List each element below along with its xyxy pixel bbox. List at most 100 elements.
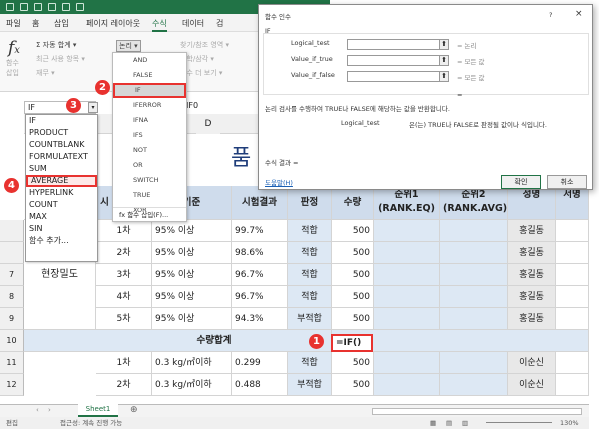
rank-avg-cell[interactable] bbox=[440, 264, 508, 286]
function-list-item[interactable]: MAX bbox=[26, 211, 97, 223]
table-cell[interactable]: 1차 bbox=[96, 352, 152, 374]
name-cell[interactable]: 홍길동 bbox=[508, 242, 556, 264]
name-cell[interactable]: 홍길동 bbox=[508, 264, 556, 286]
table-cell[interactable]: 부적합 bbox=[288, 308, 332, 330]
table-cell[interactable]: 95% 이상 bbox=[152, 286, 232, 308]
cancel-button[interactable]: 취소 bbox=[547, 175, 587, 189]
signature-cell[interactable] bbox=[556, 308, 589, 330]
collapse-dialog-icon[interactable]: ⬆ bbox=[439, 55, 449, 66]
rank-avg-cell[interactable] bbox=[440, 352, 508, 374]
collapse-dialog-icon[interactable]: ⬆ bbox=[439, 71, 449, 82]
function-list-item[interactable]: IF bbox=[26, 115, 97, 127]
logical-menu-item[interactable]: IFS bbox=[113, 128, 186, 143]
row-header[interactable] bbox=[0, 242, 24, 264]
name-cell[interactable]: 이순신 bbox=[508, 374, 556, 396]
insert-function-icon[interactable]: fx bbox=[8, 38, 20, 58]
table-cell[interactable]: 500 bbox=[332, 286, 374, 308]
function-list-item[interactable]: 함수 추가... bbox=[26, 235, 97, 247]
rank-eq-cell[interactable] bbox=[374, 242, 440, 264]
table-cell[interactable]: 500 bbox=[332, 264, 374, 286]
tab-data[interactable]: 데이터 bbox=[182, 18, 204, 29]
table-cell[interactable]: 2차 bbox=[96, 374, 152, 396]
function-list-item[interactable]: FORMULATEXT bbox=[26, 151, 97, 163]
save-icon[interactable] bbox=[6, 3, 14, 11]
table-cell[interactable]: 0.3 kg/㎥이하 bbox=[152, 352, 232, 374]
insert-function-menu-item[interactable]: fx 함수 삽입(F)... bbox=[113, 207, 186, 221]
table-cell[interactable]: 부적합 bbox=[288, 374, 332, 396]
zoom-slider[interactable] bbox=[486, 422, 552, 423]
table-cell[interactable]: 적합 bbox=[288, 242, 332, 264]
formula-bar[interactable]: IF0 bbox=[186, 101, 198, 110]
logical-menu-item[interactable]: IFERROR bbox=[113, 98, 186, 113]
undo-icon[interactable] bbox=[48, 3, 56, 11]
table-cell[interactable]: 0.299 bbox=[232, 352, 288, 374]
help-icon[interactable]: ? bbox=[549, 11, 552, 19]
table-cell[interactable]: 3차 bbox=[96, 264, 152, 286]
table-cell[interactable]: 95% 이상 bbox=[152, 308, 232, 330]
table-cell[interactable]: 95% 이상 bbox=[152, 220, 232, 242]
tab-home[interactable]: 홈 bbox=[32, 18, 39, 29]
table-cell[interactable]: 99.7% bbox=[232, 220, 288, 242]
normal-view-icon[interactable]: ▦ bbox=[430, 417, 436, 429]
page-break-view-icon[interactable]: ▥ bbox=[462, 417, 468, 429]
name-box[interactable]: IF bbox=[24, 101, 96, 114]
rank-eq-cell[interactable] bbox=[374, 374, 440, 396]
quick-access-icon[interactable] bbox=[76, 3, 84, 11]
sheet-tab[interactable]: Sheet1 bbox=[78, 404, 118, 417]
table-cell[interactable]: 적합 bbox=[288, 286, 332, 308]
zoom-level[interactable]: 130% bbox=[560, 417, 579, 429]
name-cell[interactable]: 홍길동 bbox=[508, 308, 556, 330]
row-number[interactable]: 9 bbox=[0, 308, 24, 330]
row-number[interactable]: 11 bbox=[0, 352, 24, 374]
function-list-item[interactable]: SIN bbox=[26, 223, 97, 235]
name-cell[interactable]: 홍길동 bbox=[508, 220, 556, 242]
autosum-button[interactable]: Σ 자동 합계 ▾ bbox=[36, 40, 76, 50]
table-cell[interactable]: 94.3% bbox=[232, 308, 288, 330]
row-number[interactable]: 7 bbox=[0, 264, 24, 286]
table-cell[interactable]: 적합 bbox=[288, 264, 332, 286]
table-cell[interactable]: 2차 bbox=[96, 242, 152, 264]
table-cell[interactable]: 95% 이상 bbox=[152, 242, 232, 264]
rank-avg-cell[interactable] bbox=[440, 242, 508, 264]
signature-cell[interactable] bbox=[556, 264, 589, 286]
rank-eq-cell[interactable] bbox=[374, 264, 440, 286]
value-if-false-input[interactable] bbox=[347, 71, 447, 82]
quick-access-icon[interactable] bbox=[34, 3, 42, 11]
logical-menu-item[interactable]: NOT bbox=[113, 143, 186, 158]
value-if-true-input[interactable] bbox=[347, 55, 447, 66]
tab-review[interactable]: 검 bbox=[216, 18, 223, 29]
table-cell[interactable]: 적합 bbox=[288, 352, 332, 374]
signature-cell[interactable] bbox=[556, 352, 589, 374]
lookup-button[interactable]: 찾기/참조 영역 ▾ bbox=[180, 40, 229, 50]
scroll-left-icon[interactable]: ‹ bbox=[36, 406, 39, 414]
recent-functions-button[interactable]: 최근 사용 항목 ▾ bbox=[36, 54, 85, 64]
accessibility-status[interactable]: 접근성: 계속 진행 가능 bbox=[60, 417, 122, 429]
row-number[interactable]: 12 bbox=[0, 374, 24, 396]
table-cell[interactable]: 5차 bbox=[96, 308, 152, 330]
rank-avg-cell[interactable] bbox=[440, 308, 508, 330]
rank-eq-cell[interactable] bbox=[374, 352, 440, 374]
horizontal-scrollbar[interactable] bbox=[372, 408, 582, 415]
tab-insert[interactable]: 삽입 bbox=[54, 18, 69, 29]
table-cell[interactable]: 500 bbox=[332, 308, 374, 330]
function-list-item[interactable]: COUNT bbox=[26, 199, 97, 211]
table-cell[interactable]: 1차 bbox=[96, 220, 152, 242]
table-cell[interactable]: 적합 bbox=[288, 220, 332, 242]
chevron-down-icon[interactable]: ▾ bbox=[88, 102, 98, 113]
tab-page-layout[interactable]: 페이지 레이아웃 bbox=[86, 18, 140, 29]
tab-formulas[interactable]: 수식 bbox=[152, 18, 167, 32]
rank-eq-cell[interactable] bbox=[374, 286, 440, 308]
logical-menu-item[interactable]: TRUE bbox=[113, 188, 186, 203]
logical-menu-item[interactable]: SWITCH bbox=[113, 173, 186, 188]
rank-avg-cell[interactable] bbox=[440, 286, 508, 308]
active-formula-cell[interactable]: =IF() bbox=[331, 334, 373, 352]
logical-menu-item[interactable]: IFNA bbox=[113, 113, 186, 128]
table-cell[interactable]: 500 bbox=[332, 352, 374, 374]
rank-eq-cell[interactable] bbox=[374, 220, 440, 242]
name-cell[interactable]: 홍길동 bbox=[508, 286, 556, 308]
function-list-item[interactable]: HYPERLINK bbox=[26, 187, 97, 199]
rank-avg-cell[interactable] bbox=[440, 220, 508, 242]
quick-access-icon[interactable] bbox=[20, 3, 28, 11]
table-cell[interactable]: 0.3 kg/㎥이하 bbox=[152, 374, 232, 396]
function-list-item[interactable]: COUNTBLANK bbox=[26, 139, 97, 151]
